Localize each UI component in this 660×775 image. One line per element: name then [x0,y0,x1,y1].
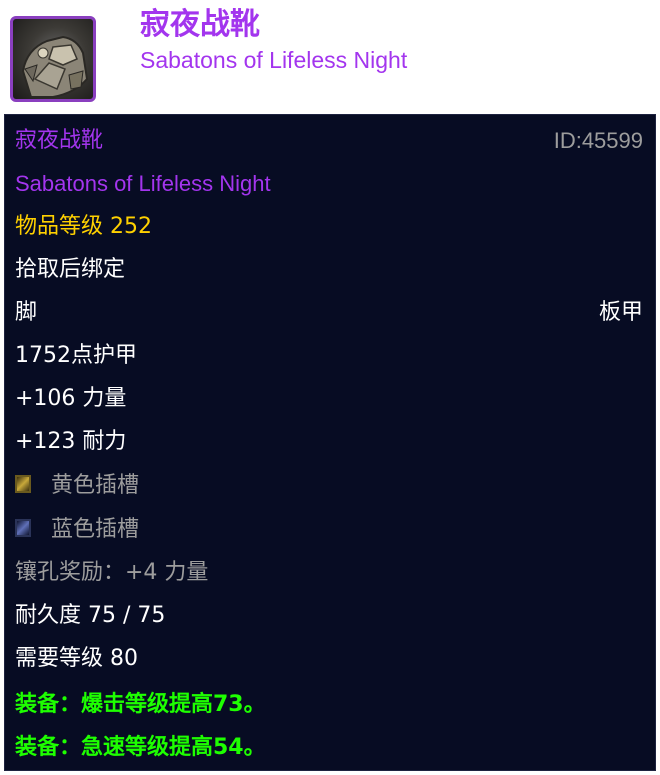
equip-effect: 装备：急速等级提高54。 [15,735,266,760]
socket-row-yellow: 黄色插槽 [15,466,643,506]
item-id: ID:45599 [553,128,643,153]
yellow-socket-icon [15,475,31,493]
item-title-english: Sabatons of Lifeless Night [140,47,408,73]
socket-bonus: 镶孔奖励：+4 力量 [15,560,209,585]
strength-stat: +106 力量 [15,386,127,411]
item-header: 寂夜战靴 Sabatons of Lifeless Night [0,0,660,112]
socket-row-blue: 蓝色插槽 [15,510,643,550]
slot-row: 脚 板甲 [15,293,643,333]
boot-graphic [21,35,89,98]
durability: 耐久度 75 / 75 [15,603,166,628]
tooltip-name-en: Sabatons of Lifeless Night [15,171,271,196]
stamina-stat: +123 耐力 [15,429,127,454]
item-tooltip: 寂夜战靴 ID:45599 Sabatons of Lifeless Night… [4,114,656,771]
blue-socket-icon [15,519,31,537]
socket-label: 蓝色插槽 [51,517,140,542]
armor-value: 1752点护甲 [15,343,137,368]
binding-text: 拾取后绑定 [15,257,126,282]
sabatons-boots-icon[interactable] [10,16,96,102]
slot-text: 脚 [15,300,38,325]
tooltip-name-row: 寂夜战靴 ID:45599 [15,121,643,161]
armor-type-text: 板甲 [598,300,643,325]
required-level: 需要等级 80 [15,646,138,671]
equip-effect: 装备：爆击等级提高73。 [15,692,266,717]
socket-label: 黄色插槽 [51,473,140,498]
item-title-chinese: 寂夜战靴 [140,7,260,42]
item-level: 物品等级 252 [15,214,152,239]
tooltip-name-cn: 寂夜战靴 [15,128,104,153]
